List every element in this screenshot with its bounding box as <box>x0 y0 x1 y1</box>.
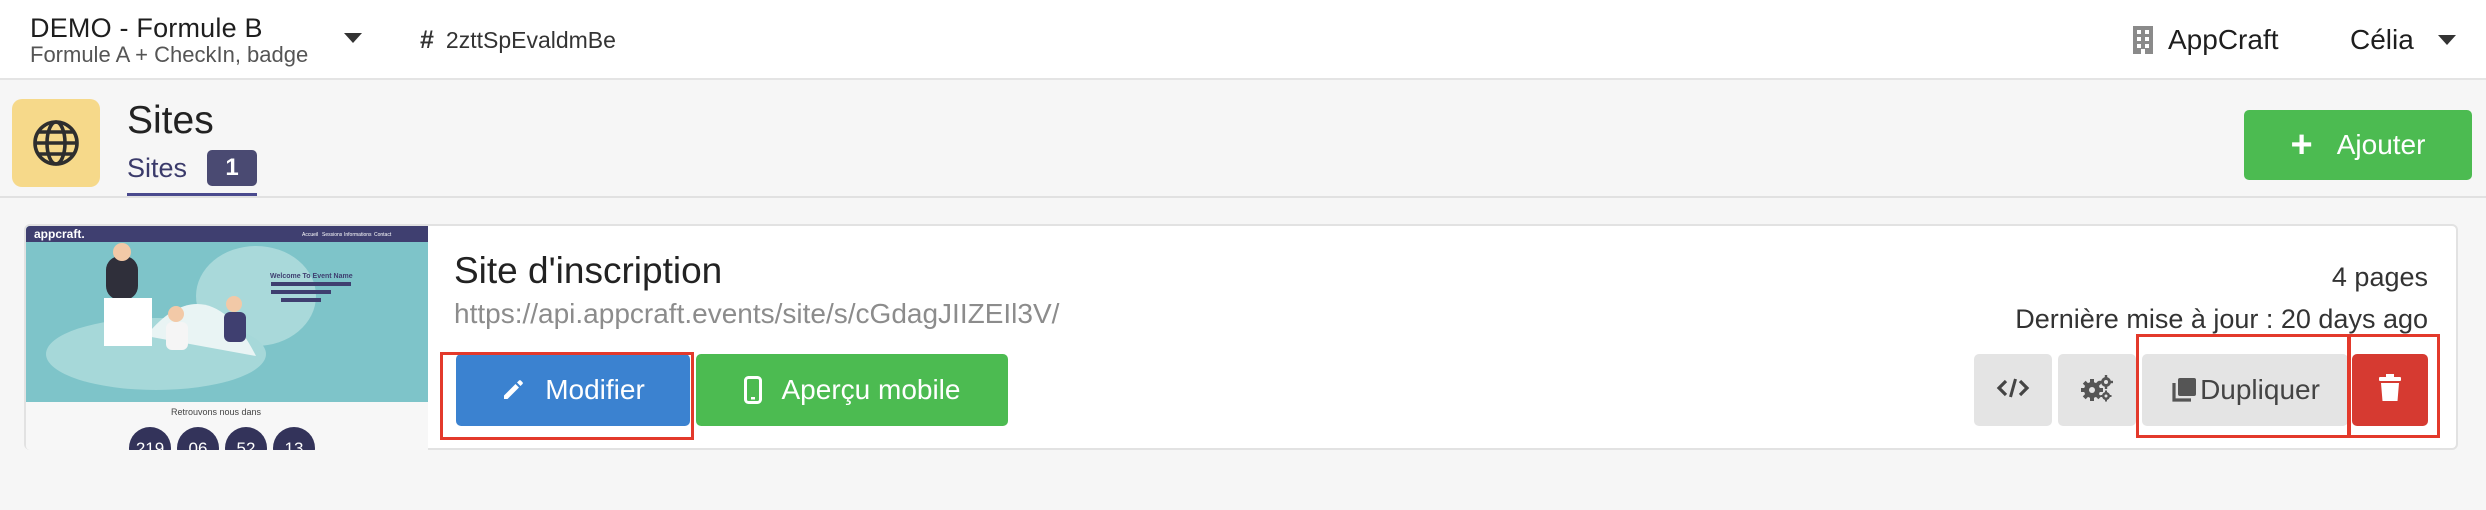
add-button-label: Ajouter <box>2336 129 2426 160</box>
site-url[interactable]: https://api.appcraft.events/site/s/cGdag… <box>454 298 1059 330</box>
building-icon <box>2133 26 2153 54</box>
delete-button[interactable] <box>2352 354 2428 426</box>
top-bar: DEMO - Formule B Formule A + CheckIn, ba… <box>0 0 2486 80</box>
duplicate-button-label: Dupliquer <box>2200 374 2320 405</box>
thumbnail-countdown-title: Retrouvons nous dans <box>171 407 262 417</box>
event-id: # 2zttSpEvaldmBe <box>420 26 616 55</box>
pages-count: 4 pages <box>2331 262 2428 292</box>
site-card: appcraft. Accueil Sessions Informations … <box>24 224 2458 450</box>
hash-icon: # <box>420 26 434 54</box>
plus-icon: + <box>2290 124 2313 166</box>
thumbnail-nav-item: Contact <box>374 232 392 238</box>
countdown-minutes: 52 <box>237 439 256 450</box>
mobile-preview-label: Aperçu mobile <box>781 374 961 405</box>
thumbnail-nav-item: Informations <box>344 232 372 238</box>
organization[interactable]: AppCraft <box>2132 24 2279 56</box>
gears-icon <box>2080 374 2114 407</box>
settings-button[interactable] <box>2058 354 2136 426</box>
last-updated: Dernière mise à jour : 20 days ago <box>2015 304 2428 334</box>
divider <box>0 196 2486 198</box>
mobile-icon <box>743 376 762 404</box>
organization-name: AppCraft <box>2168 24 2279 55</box>
countdown-seconds: 13 <box>285 439 304 450</box>
site-title: Site d'inscription <box>454 250 723 291</box>
event-switcher[interactable]: DEMO - Formule B Formule A + CheckIn, ba… <box>30 12 308 66</box>
edit-button[interactable]: Modifier <box>456 354 690 426</box>
trash-icon <box>2378 373 2402 407</box>
countdown-days: 219 <box>136 439 164 450</box>
embed-code-button[interactable] <box>1974 354 2052 426</box>
mobile-preview-button[interactable]: Aperçu mobile <box>696 354 1008 426</box>
pencil-icon <box>501 378 525 402</box>
copy-icon <box>2170 376 2198 404</box>
tab-sites-label: Sites <box>127 153 188 183</box>
globe-icon <box>12 99 100 187</box>
edit-button-label: Modifier <box>545 374 645 405</box>
countdown-hours: 06 <box>189 439 208 450</box>
site-thumbnail[interactable]: appcraft. Accueil Sessions Informations … <box>26 226 428 450</box>
duplicate-button[interactable]: Dupliquer <box>2142 354 2348 426</box>
thumbnail-nav-item: Sessions <box>322 232 343 238</box>
thumbnail-brand: appcraft. <box>34 227 85 241</box>
chevron-down-icon[interactable] <box>2438 35 2456 45</box>
add-button[interactable]: + Ajouter <box>2244 110 2472 180</box>
user-menu[interactable]: Célia <box>2350 24 2414 56</box>
count-badge: 1 <box>207 150 258 186</box>
tab-sites[interactable]: Sites 1 <box>127 150 258 196</box>
code-icon <box>1996 376 2030 405</box>
thumbnail-hero-text: Welcome To Event Name <box>270 273 353 280</box>
event-name: DEMO - Formule B <box>30 13 263 43</box>
event-id-value: 2zttSpEvaldmBe <box>445 27 616 53</box>
event-subtitle: Formule A + CheckIn, badge <box>30 42 309 67</box>
chevron-down-icon[interactable] <box>344 33 362 43</box>
page-title: Sites <box>127 99 214 142</box>
thumbnail-nav-item: Accueil <box>302 232 318 238</box>
